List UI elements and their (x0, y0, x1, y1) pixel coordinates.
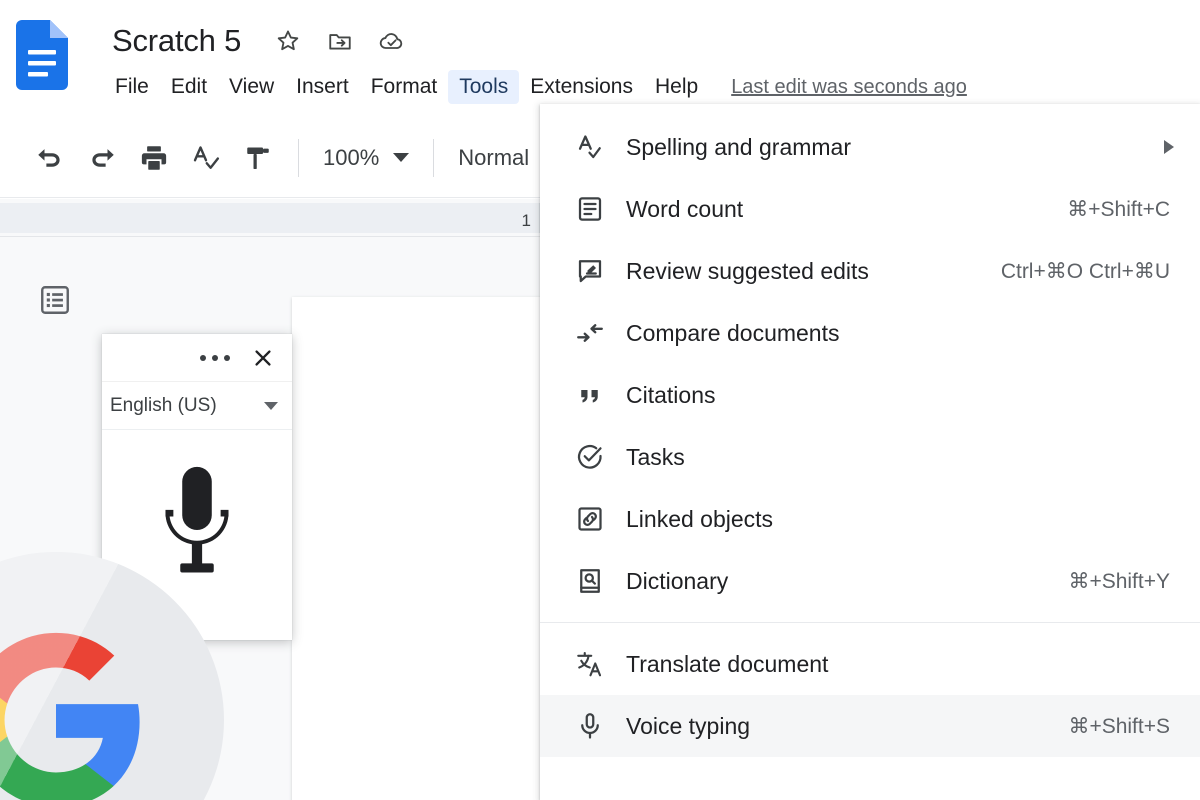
word-count-icon (568, 194, 612, 224)
paint-format-icon[interactable] (232, 132, 284, 184)
tasks-icon (568, 442, 612, 472)
spelling-grammar-icon (568, 132, 612, 162)
menu-item-linked-objects[interactable]: Linked objects (540, 488, 1200, 550)
menu-extensions[interactable]: Extensions (519, 70, 644, 104)
redo-icon[interactable] (76, 132, 128, 184)
document-title[interactable]: Scratch 5 (108, 21, 245, 61)
voice-popup-header (102, 334, 292, 382)
menu-item-tasks[interactable]: Tasks (540, 426, 1200, 488)
submenu-arrow-icon (1164, 140, 1174, 154)
document-outline-icon[interactable] (38, 283, 72, 317)
menu-item-shortcut: ⌘+Shift+C (1067, 197, 1170, 221)
toolbar-divider (298, 138, 299, 177)
voice-typing-icon (568, 711, 612, 741)
translate-icon (568, 649, 612, 679)
app-header: Scratch 5 File Edit View Insert Format T… (0, 0, 1200, 118)
menu-item-label: Compare documents (626, 319, 840, 346)
ruler-margin-track: 1 (0, 203, 540, 233)
toolbar-divider-2 (433, 138, 435, 177)
chevron-down-icon (393, 153, 410, 162)
google-g-glyph (0, 632, 140, 800)
menu-item-compare-documents[interactable]: Compare documents (540, 302, 1200, 364)
linked-objects-icon (568, 504, 612, 534)
chevron-down-icon (264, 401, 278, 410)
menu-view[interactable]: View (218, 70, 285, 104)
voice-language-selector[interactable]: English (US) (102, 382, 292, 430)
menu-item-shortcut: Ctrl+⌘O Ctrl+⌘U (1000, 259, 1170, 283)
citations-icon (568, 380, 612, 410)
voice-language-label: English (US) (110, 394, 217, 416)
move-to-folder-icon[interactable] (327, 28, 353, 54)
menu-item-shortcut: ⌘+Shift+Y (1068, 569, 1170, 593)
compare-documents-icon (568, 318, 612, 348)
paragraph-style-selector[interactable]: Normal (448, 139, 539, 177)
star-icon[interactable] (275, 28, 301, 54)
menu-bar: File Edit View Insert Format Tools Exten… (104, 70, 967, 104)
menu-item-label: Tasks (626, 443, 685, 470)
menu-item-translate-document[interactable]: Translate document (540, 633, 1200, 695)
menu-item-label: Citations (626, 381, 716, 408)
last-edit-status[interactable]: Last edit was seconds ago (731, 76, 967, 99)
menu-item-label: Translate document (626, 650, 829, 677)
menu-insert[interactable]: Insert (285, 70, 360, 104)
close-icon[interactable] (248, 343, 278, 373)
menu-item-label: Word count (626, 195, 744, 222)
menu-edit[interactable]: Edit (160, 70, 218, 104)
menu-item-dictionary[interactable]: Dictionary ⌘+Shift+Y (540, 550, 1200, 612)
google-docs-logo-icon (16, 20, 68, 90)
zoom-selector[interactable]: 100% (313, 139, 419, 177)
menu-item-word-count[interactable]: Word count ⌘+Shift+C (540, 178, 1200, 240)
ruler-marker: 1 (521, 211, 531, 230)
google-docs-window: Scratch 5 File Edit View Insert Format T… (0, 0, 1200, 800)
cloud-saved-icon[interactable] (379, 28, 405, 54)
menu-item-shortcut: ⌘+Shift+S (1068, 714, 1170, 738)
menu-help[interactable]: Help (644, 70, 709, 104)
tools-dropdown-menu: Spelling and grammar Word count ⌘+Shift+… (540, 104, 1200, 800)
menu-item-review-suggested-edits[interactable]: Review suggested edits Ctrl+⌘O Ctrl+⌘U (540, 240, 1200, 302)
menu-format[interactable]: Format (360, 70, 449, 104)
menu-item-label: Linked objects (626, 505, 774, 532)
menu-item-label: Dictionary (626, 567, 729, 594)
title-icon-group (275, 28, 405, 54)
title-row: Scratch 5 (108, 16, 405, 66)
menu-item-spelling-and-grammar[interactable]: Spelling and grammar (540, 116, 1200, 178)
print-icon[interactable] (128, 132, 180, 184)
spelling-check-icon[interactable] (180, 132, 232, 184)
menu-item-label: Review suggested edits (626, 257, 869, 284)
review-edits-icon (568, 256, 612, 286)
zoom-value: 100% (323, 144, 380, 170)
menu-separator (540, 622, 1200, 623)
dictionary-icon (568, 566, 612, 596)
menu-item-voice-typing[interactable]: Voice typing ⌘+Shift+S (540, 695, 1200, 757)
menu-tools[interactable]: Tools (448, 70, 520, 104)
undo-icon[interactable] (24, 132, 76, 184)
menu-item-citations[interactable]: Citations (540, 364, 1200, 426)
menu-file[interactable]: File (104, 70, 160, 104)
menu-item-label: Voice typing (626, 712, 751, 739)
more-options-icon[interactable] (188, 347, 242, 369)
menu-item-label: Spelling and grammar (626, 133, 852, 160)
